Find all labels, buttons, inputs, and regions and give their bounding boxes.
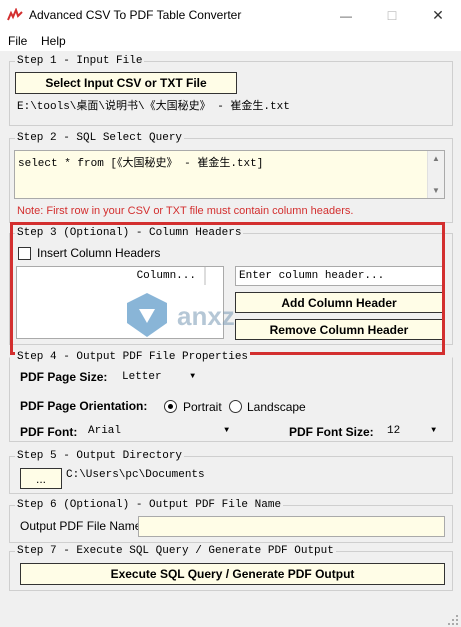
page-size-value: Letter xyxy=(122,371,162,383)
execute-generate-pdf-button[interactable]: Execute SQL Query / Generate PDF Output xyxy=(20,563,445,585)
chevron-down-icon: ▼ xyxy=(224,426,229,435)
close-button[interactable]: ✕ xyxy=(415,0,461,31)
output-file-name-input[interactable] xyxy=(138,516,445,537)
app-icon xyxy=(7,8,23,21)
highlight-frame xyxy=(10,222,445,355)
column-header-note: Note: First row in your CSV or TXT file … xyxy=(17,205,354,217)
menu-file[interactable]: File xyxy=(8,34,27,48)
font-value: Arial xyxy=(88,425,122,437)
sql-query-scrollbar[interactable]: ▲ ▼ xyxy=(427,151,444,198)
maximize-button[interactable]: ☐ xyxy=(369,0,415,31)
maximize-icon: ☐ xyxy=(386,8,398,23)
step1-label: Step 1 - Input File xyxy=(15,54,145,68)
sql-query-text: select * from [《大国秘史》 - 崔金生.txt] xyxy=(18,158,264,170)
output-directory-path: C:\Users\pc\Documents xyxy=(66,469,205,481)
output-file-name-label: Output PDF File Name: xyxy=(20,519,145,533)
step2-label: Step 2 - SQL Select Query xyxy=(15,131,185,145)
font-select[interactable]: Arial ▼ xyxy=(84,421,232,441)
page-size-select[interactable]: Letter ▼ xyxy=(118,367,198,387)
menu-bar xyxy=(0,31,461,51)
sql-query-textarea[interactable]: select * from [《大国秘史》 - 崔金生.txt] ▲ ▼ xyxy=(14,150,445,199)
font-size-label: PDF Font Size: xyxy=(289,425,374,439)
orientation-label: PDF Page Orientation: xyxy=(20,399,148,413)
step6-label: Step 6 (Optional) - Output PDF File Name xyxy=(15,498,284,512)
landscape-label: Landscape xyxy=(247,400,306,414)
portrait-label: Portrait xyxy=(183,400,222,414)
font-size-select[interactable]: 12 ▼ xyxy=(383,421,439,441)
chevron-down-icon: ▼ xyxy=(431,426,436,435)
menu-help[interactable]: Help xyxy=(41,34,66,48)
browse-directory-button[interactable]: ... xyxy=(20,468,62,489)
font-label: PDF Font: xyxy=(20,425,78,439)
scroll-up-icon[interactable]: ▲ xyxy=(432,154,440,163)
step5-label: Step 5 - Output Directory xyxy=(15,449,185,463)
input-file-path: E:\tools\桌面\说明书\《大国秘史》 - 崔金生.txt xyxy=(17,101,290,113)
close-icon: ✕ xyxy=(432,7,444,23)
minimize-icon: — xyxy=(340,8,352,23)
landscape-radio[interactable] xyxy=(229,400,242,413)
resize-grip-icon[interactable] xyxy=(447,614,459,626)
minimize-button[interactable]: — xyxy=(323,0,369,31)
step4-label: Step 4 - Output PDF File Properties xyxy=(15,350,251,364)
portrait-radio[interactable] xyxy=(164,400,177,413)
font-size-value: 12 xyxy=(387,425,401,437)
select-input-file-button[interactable]: Select Input CSV or TXT File xyxy=(15,72,237,94)
step7-label: Step 7 - Execute SQL Query / Generate PD… xyxy=(15,544,336,558)
page-size-label: PDF Page Size: xyxy=(20,370,108,384)
window-title: Advanced CSV To PDF Table Converter xyxy=(29,8,242,22)
scroll-down-icon[interactable]: ▼ xyxy=(432,186,440,195)
chevron-down-icon: ▼ xyxy=(190,372,195,381)
